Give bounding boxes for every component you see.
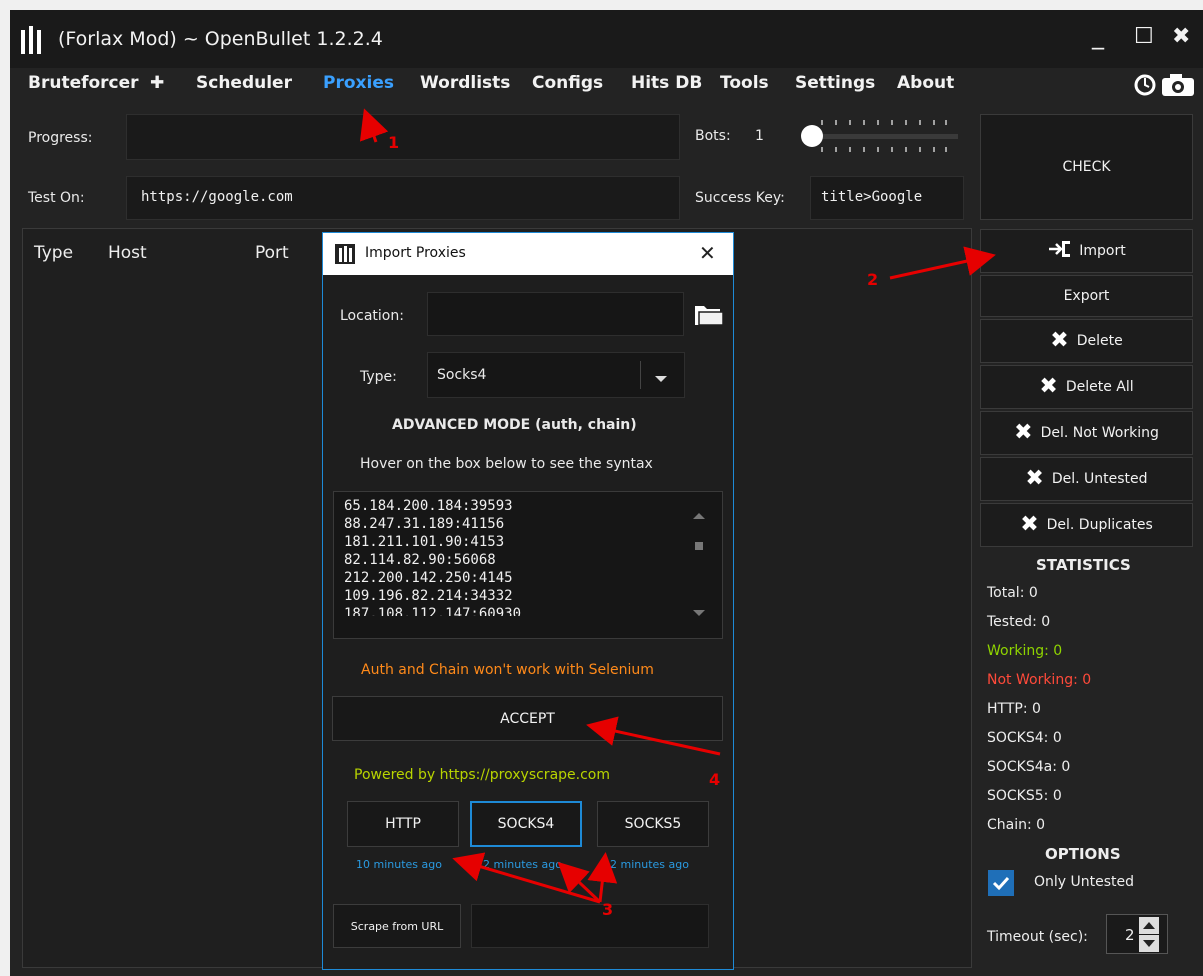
- annotation-1: 1: [388, 133, 400, 152]
- annotation-3: 3: [602, 900, 614, 919]
- annotation-arrows: [359, 108, 996, 904]
- annotation-2: 2: [867, 270, 879, 289]
- annotation-4: 4: [709, 770, 721, 789]
